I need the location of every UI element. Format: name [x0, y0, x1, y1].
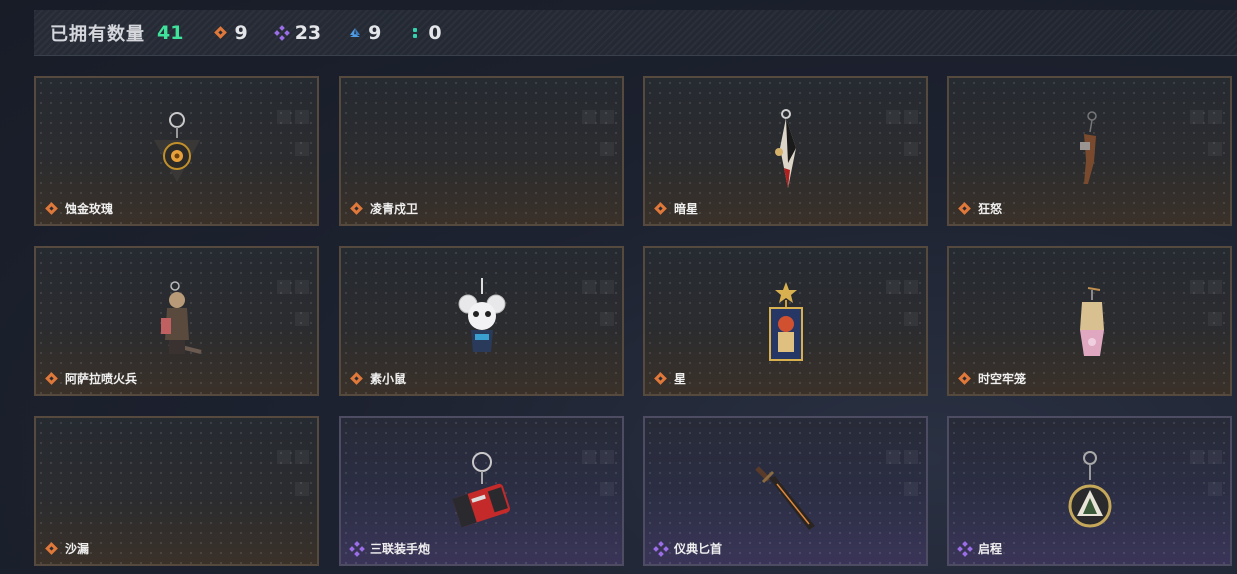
item-name: 时空牢笼: [978, 372, 1027, 386]
item-card[interactable]: 时空牢笼: [947, 246, 1232, 396]
item-card[interactable]: 仪典匕首: [643, 416, 928, 566]
ceremonial-dagger-icon: [754, 466, 815, 530]
blue-triangle-icon: [347, 25, 363, 41]
stat-blue-count: 9: [368, 21, 382, 44]
orange-diamond-icon: [45, 371, 59, 386]
item-card[interactable]: 星: [643, 246, 928, 396]
item-name: 阿萨拉喷火兵: [65, 372, 138, 386]
item-name: 狂怒: [978, 202, 1003, 216]
item-card[interactable]: 蚀金玫瑰: [34, 76, 319, 226]
purple-diamond-icon: [957, 540, 973, 557]
stat-purple-count: 23: [294, 21, 322, 44]
owned-count: 41: [157, 21, 184, 44]
orange-diamond-icon: [958, 201, 972, 216]
item-card[interactable]: 凌青戍卫: [339, 76, 624, 226]
owned-label: 已拥有数量: [50, 23, 145, 45]
star-feather-icon: [774, 109, 796, 188]
mouse-charm-icon: [458, 278, 505, 352]
stat-teal-count: 0: [428, 21, 442, 44]
item-name: 蚀金玫瑰: [65, 202, 114, 216]
orange-diamond-icon: [45, 201, 59, 216]
orange-diamond-icon: [45, 541, 59, 556]
stat-orange: 9: [213, 21, 248, 44]
item-name: 凌青戍卫: [370, 202, 419, 216]
item-card[interactable]: 沙漏: [34, 416, 319, 566]
item-name: 仪典匕首: [674, 542, 723, 556]
item-name: 暗星: [674, 202, 699, 216]
tarot-star-icon: [768, 282, 803, 361]
stat-teal: 0: [407, 21, 442, 44]
item-name: 素小鼠: [370, 372, 407, 386]
orange-diamond-icon: [350, 371, 364, 386]
stat-purple: 23: [273, 21, 322, 44]
item-card[interactable]: 阿萨拉喷火兵: [34, 246, 319, 396]
departure-medal-icon: [1068, 451, 1111, 528]
purple-diamond-icon: [349, 540, 365, 557]
item-name: 沙漏: [65, 542, 90, 556]
triple-hand-cannon-icon: [451, 452, 510, 528]
orange-diamond-icon: [654, 371, 668, 386]
flamethrower-soldier-icon: [160, 281, 201, 354]
purple-diamond-icon: [273, 24, 290, 41]
fury-charm-icon: [1079, 111, 1097, 184]
item-name: 启程: [978, 542, 1003, 556]
collection-summary-bar: 已拥有数量 41 9 23 9 0: [34, 10, 1237, 56]
item-card[interactable]: 启程: [947, 416, 1232, 566]
item-card[interactable]: 素小鼠: [339, 246, 624, 396]
time-cage-icon: [1079, 287, 1104, 356]
item-card[interactable]: 三联装手炮: [339, 416, 624, 566]
orange-diamond-icon: [350, 201, 364, 216]
item-card[interactable]: 狂怒: [947, 76, 1232, 226]
orange-diamond-icon: [213, 25, 229, 41]
orange-diamond-icon: [958, 371, 972, 386]
item-card[interactable]: 暗星: [643, 76, 928, 226]
item-name: 星: [674, 372, 687, 386]
orange-diamond-icon: [654, 201, 668, 216]
teal-dots-icon: [407, 25, 423, 41]
rose-pendant-icon: [153, 112, 200, 182]
purple-diamond-icon: [653, 540, 669, 557]
stat-orange-count: 9: [234, 21, 248, 44]
item-name: 三联装手炮: [370, 542, 431, 556]
stat-blue: 9: [347, 22, 381, 44]
